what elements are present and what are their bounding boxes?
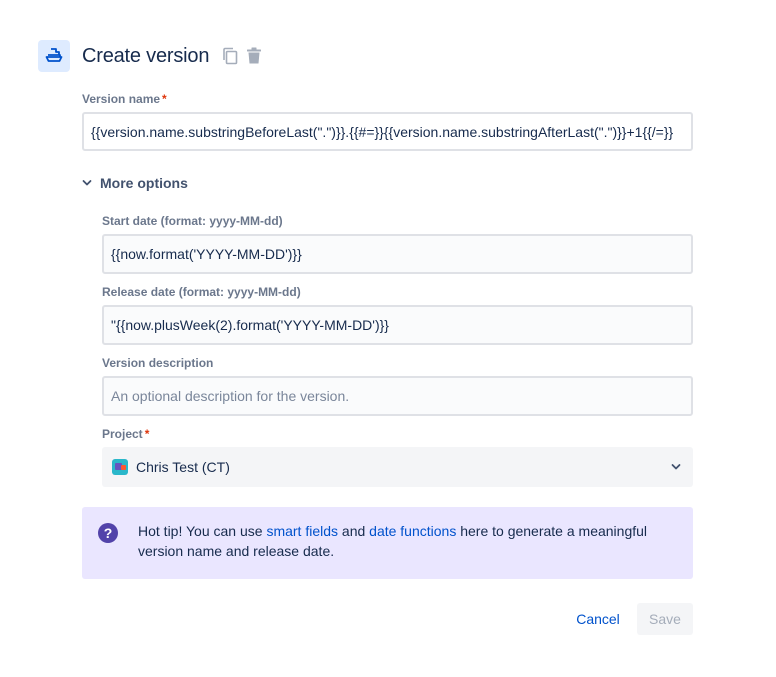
hot-tip-prefix: Hot tip! You can use (138, 523, 267, 539)
start-date-label-text: Start date (format: yyyy-MM-dd) (102, 214, 283, 228)
panel-header: Create version (38, 40, 265, 72)
copy-icon[interactable] (219, 45, 241, 67)
page-title: Create version (82, 44, 210, 67)
project-select-value: Chris Test (CT) (136, 459, 230, 475)
start-date-input[interactable]: {{now.format('YYYY-MM-DD')}} (102, 234, 693, 274)
more-options-toggle[interactable]: More options (82, 174, 188, 192)
version-name-value: {{version.name.substringBeforeLast(".")}… (91, 123, 674, 140)
version-description-placeholder: An optional description for the version. (111, 388, 350, 404)
project-avatar-icon (112, 459, 128, 475)
chevron-down-icon (671, 458, 681, 476)
hot-tip-mid: and (338, 523, 370, 539)
version-name-input[interactable]: {{version.name.substringBeforeLast(".")}… (82, 112, 693, 151)
start-date-value: {{now.format('YYYY-MM-DD')}} (111, 246, 302, 262)
create-version-panel: Create version Version name * {{version.n… (0, 0, 776, 677)
hot-tip-text: Hot tip! You can use smart fields and da… (138, 521, 677, 579)
version-name-label: Version name * (82, 92, 167, 106)
project-label: Project * (102, 427, 149, 441)
release-date-label-text: Release date (format: yyyy-MM-dd) (102, 285, 301, 299)
cancel-button[interactable]: Cancel (565, 603, 631, 635)
version-description-label-text: Version description (102, 356, 214, 370)
project-select[interactable]: Chris Test (CT) (102, 447, 693, 487)
trash-icon[interactable] (243, 45, 265, 67)
version-name-label-text: Version name (82, 92, 161, 106)
more-options-label: More options (100, 175, 188, 191)
ship-icon (38, 40, 70, 72)
smart-fields-link[interactable]: smart fields (266, 523, 338, 539)
question-circle-icon: ? (98, 523, 118, 543)
release-date-input[interactable]: "{{now.plusWeek(2).format('YYYY-MM-DD')}… (102, 305, 693, 345)
title-actions (219, 45, 265, 67)
release-date-value: "{{now.plusWeek(2).format('YYYY-MM-DD')}… (111, 317, 389, 333)
version-description-input[interactable]: An optional description for the version. (102, 376, 693, 416)
hot-tip-panel: ? Hot tip! You can use smart fields and … (82, 507, 693, 579)
save-button[interactable]: Save (637, 603, 693, 635)
release-date-label: Release date (format: yyyy-MM-dd) (102, 285, 301, 299)
version-description-label: Version description (102, 356, 213, 370)
date-functions-link[interactable]: date functions (369, 523, 456, 539)
chevron-down-icon (82, 174, 92, 192)
project-label-text: Project (102, 427, 143, 441)
required-marker: * (144, 427, 150, 441)
required-marker: * (162, 92, 167, 106)
start-date-label: Start date (format: yyyy-MM-dd) (102, 214, 283, 228)
